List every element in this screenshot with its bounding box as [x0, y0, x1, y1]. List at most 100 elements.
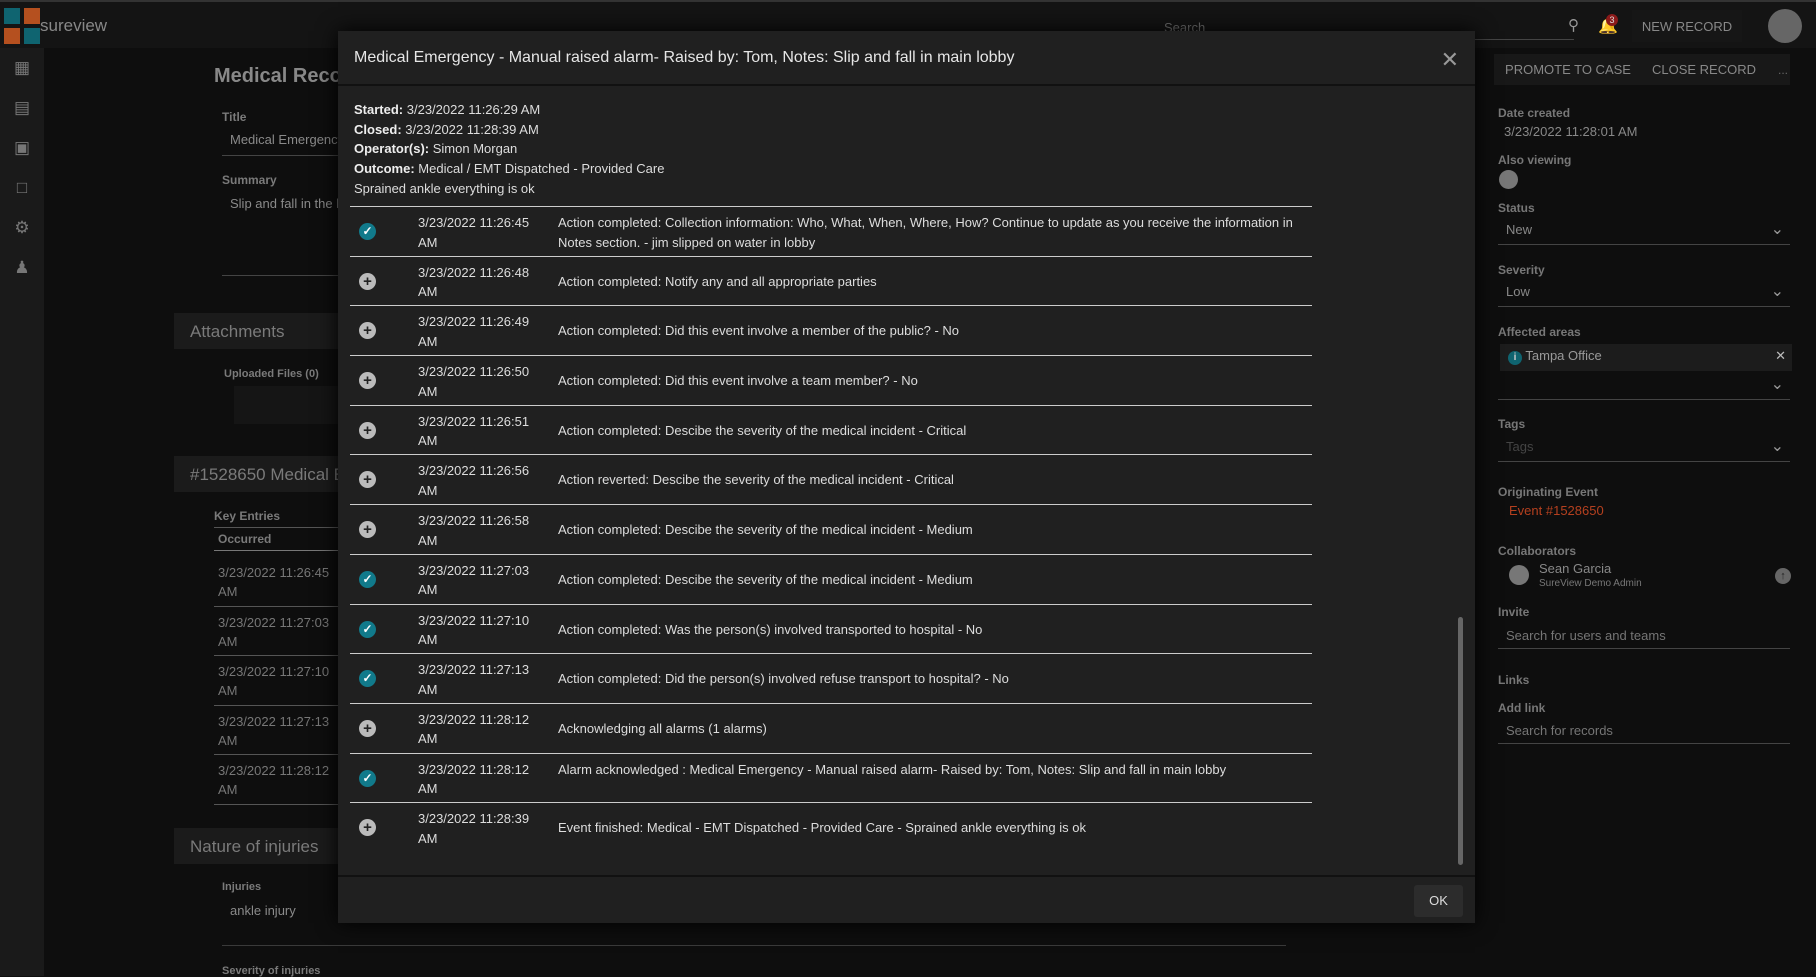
occurred-row[interactable]: 3/23/2022 11:28:12 AM	[214, 755, 344, 805]
dialog-header: Medical Emergency - Manual raised alarm-…	[338, 31, 1475, 86]
entry-text: Action completed: Descibe the severity o…	[558, 422, 967, 438]
closed-label: Closed:	[354, 121, 402, 137]
plus-circle-icon[interactable]: +	[359, 421, 376, 439]
calendar-icon[interactable]: □	[12, 178, 32, 198]
affected-area-chip[interactable]: i Tampa Office ✕	[1500, 344, 1792, 371]
table-row: + 3/23/2022 11:28:12 AM Acknowledging all…	[350, 702, 1312, 753]
attachments-header[interactable]: Attachments	[174, 313, 344, 349]
list-icon[interactable]: ▤	[12, 98, 32, 118]
entry-text: Action completed: Did this event involve…	[558, 373, 918, 389]
affected-areas-label: Affected areas	[1498, 325, 1581, 339]
chevron-down-icon: ⌄	[1770, 221, 1784, 238]
entry-text: Action completed: Notify any and all app…	[558, 273, 877, 289]
table-row: + 3/23/2022 11:26:51 AM Action completed:…	[350, 404, 1312, 455]
entry-text: Action completed: Descibe the severity o…	[558, 522, 973, 538]
date-created-value: 3/23/2022 11:28:01 AM	[1504, 124, 1638, 139]
people-icon[interactable]: ♟	[12, 258, 32, 278]
tags-placeholder: Tags	[1506, 439, 1534, 454]
brand-name: sureview	[40, 16, 108, 35]
promote-to-case-button[interactable]: PROMOTE TO CASE	[1500, 56, 1636, 83]
remove-icon[interactable]: ✕	[1775, 348, 1786, 364]
occurred-row[interactable]: 3/23/2022 11:27:10 AM	[214, 656, 344, 706]
sureview-logo[interactable]	[4, 8, 40, 44]
summary-label: Summary	[222, 173, 277, 187]
injuries-value[interactable]: ankle injury	[230, 903, 296, 918]
entry-text: Action reverted: Descibe the severity of…	[558, 472, 954, 488]
nature-of-injuries-header[interactable]: Nature of injuries	[174, 828, 344, 864]
occurred-row[interactable]: 3/23/2022 11:27:03 AM	[214, 607, 344, 656]
invite-label: Invite	[1498, 605, 1530, 619]
divider	[222, 945, 1286, 946]
plus-circle-icon[interactable]: +	[359, 819, 376, 837]
severity-value: Low	[1506, 284, 1530, 299]
close-record-button[interactable]: CLOSE RECORD	[1648, 56, 1760, 83]
event-section-header[interactable]: #1528650 Medical Emergency	[174, 456, 344, 492]
plus-circle-icon[interactable]: +	[359, 272, 376, 290]
severity-select[interactable]: Low ⌄	[1498, 279, 1790, 307]
gear-icon[interactable]: ⚙	[12, 218, 32, 238]
operators-label: Operator(s):	[354, 141, 430, 157]
avatar[interactable]	[1768, 9, 1802, 43]
entry-date: 3/23/2022 11:28:12 AM	[418, 761, 530, 797]
ok-button[interactable]: OK	[1414, 885, 1463, 917]
add-link-input[interactable]	[1498, 717, 1790, 744]
entry-text: Acknowledging all alarms (1 alarms)	[558, 720, 767, 736]
event-history-dialog: Medical Emergency - Manual raised alarm-…	[338, 31, 1475, 923]
check-circle-icon[interactable]: ✓	[359, 670, 376, 688]
chevron-down-icon: ⌄	[1770, 438, 1784, 455]
uploaded-files-label: Uploaded Files (0)	[224, 368, 319, 380]
chip-label: Tampa Office	[1525, 348, 1602, 363]
plus-circle-icon[interactable]: +	[359, 521, 376, 539]
occurred-row[interactable]: 3/23/2022 11:27:13 AM	[214, 706, 344, 755]
table-row: ✓ 3/23/2022 11:27:10 AM Action completed:…	[350, 603, 1312, 654]
tags-select[interactable]: Tags ⌄	[1498, 434, 1790, 462]
invite-input[interactable]	[1498, 622, 1790, 649]
more-button[interactable]: ...	[1776, 56, 1790, 83]
add-link-label: Add link	[1498, 701, 1546, 715]
plus-circle-icon[interactable]: +	[359, 719, 376, 737]
check-circle-icon[interactable]: ✓	[359, 223, 376, 240]
entry-date: 3/23/2022 11:28:39 AM	[418, 811, 530, 846]
entry-date: 3/23/2022 11:26:50 AM	[418, 364, 530, 399]
summary-input[interactable]: Slip and fall in the lobby	[222, 196, 352, 276]
scrollbar[interactable]	[1458, 617, 1463, 865]
plus-circle-icon[interactable]: +	[359, 471, 376, 489]
check-circle-icon[interactable]: ✓	[359, 570, 376, 588]
table-row: + 3/23/2022 11:26:58 AM Action completed:…	[350, 504, 1312, 554]
occurred-row[interactable]: 3/23/2022 11:26:45 AM	[214, 557, 344, 607]
sidebar: ▦ ▤ ▣ □ ⚙ ♟	[0, 48, 44, 976]
collaborators-label: Collaborators	[1498, 544, 1577, 558]
entry-text: Alarm acknowledged : Medical Emergency -…	[558, 761, 1227, 777]
title-input[interactable]: Medical Emergency	[222, 132, 352, 156]
affected-areas-select[interactable]: ⌄	[1498, 372, 1790, 400]
originating-event-link[interactable]: Event #1528650	[1509, 503, 1604, 518]
collaborator-name: Sean Garcia	[1539, 561, 1612, 576]
entry-date: 3/23/2022 11:26:56 AM	[418, 463, 530, 498]
upload-dropzone[interactable]	[234, 386, 344, 424]
dashboard-icon[interactable]: ▦	[12, 58, 32, 78]
chart-icon[interactable]: ▣	[12, 138, 32, 158]
plus-circle-icon[interactable]: +	[359, 322, 376, 340]
plus-circle-icon[interactable]: +	[359, 372, 376, 390]
status-label: Status	[1498, 201, 1535, 215]
table-row: + 3/23/2022 11:26:48 AM Action completed:…	[350, 255, 1312, 306]
entry-date: 3/23/2022 11:26:45 AM	[418, 215, 530, 250]
entry-text: Action completed: Was the person(s) invo…	[558, 621, 983, 637]
closed-line: Closed: 3/23/2022 11:28:39 AM	[354, 120, 1459, 140]
table-row: ✓ 3/23/2022 11:28:12 AM Alarm acknowledge…	[350, 752, 1312, 803]
search-icon[interactable]: ⚲	[1568, 16, 1579, 34]
close-icon[interactable]: ✕	[1441, 47, 1459, 73]
operators-value: Simon Morgan	[432, 141, 518, 157]
new-record-button[interactable]: NEW RECORD	[1632, 10, 1742, 42]
entry-text: Action completed: Collection information…	[558, 215, 1293, 250]
chevron-down-icon: ⌄	[1770, 376, 1784, 393]
started-label: Started:	[354, 102, 404, 117]
key-entries-label: Key Entries	[214, 509, 344, 528]
promote-collaborator-icon[interactable]: ↑	[1775, 568, 1791, 584]
entry-text: Event finished: Medical - EMT Dispatched…	[558, 820, 1086, 836]
check-circle-icon[interactable]: ✓	[359, 620, 376, 638]
tags-label: Tags	[1498, 417, 1526, 431]
outcome-label: Outcome:	[354, 161, 415, 177]
status-select[interactable]: New ⌄	[1498, 217, 1790, 245]
check-circle-icon[interactable]: ✓	[359, 769, 376, 787]
